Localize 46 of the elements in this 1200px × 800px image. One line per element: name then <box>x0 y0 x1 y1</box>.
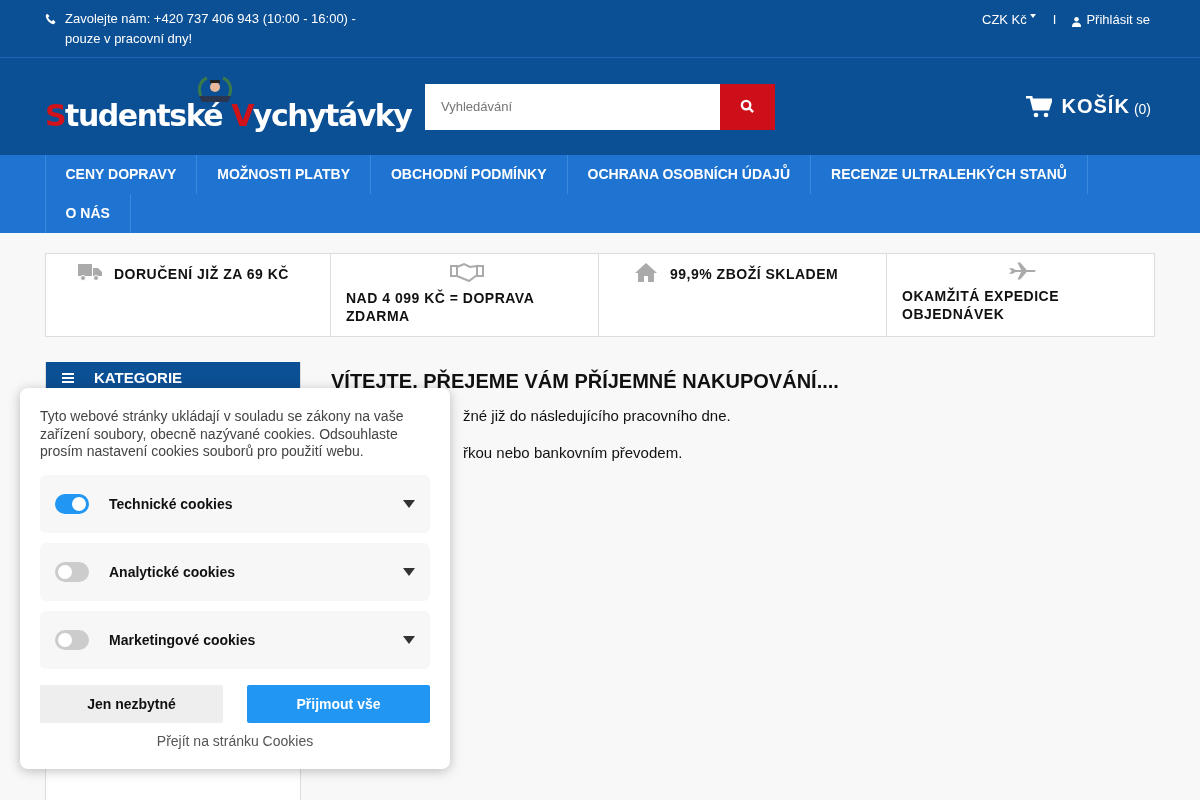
login-link[interactable]: Přihlásit se <box>1086 11 1150 27</box>
nav-link[interactable]: OCHRANA OSOBNÍCH ÚDAJŮ <box>567 155 812 194</box>
benefit-text: NAD 4 099 KČ = DOPRAVA ZDARMA <box>346 288 535 325</box>
nav-link[interactable]: CENY DOPRAVY <box>45 155 198 194</box>
dropdown-arrow-icon[interactable] <box>403 635 415 644</box>
cookie-text: Tyto webové stránky ukládají v souladu se zákony na vaše zařízení soubory, obecně nazývané cookies. Odsouhlaste prosím nastavení cookies souborů pro použití webu. <box>40 408 405 461</box>
search-field[interactable]: Vyhledávání <box>425 83 720 130</box>
caret-icon[interactable] <box>1028 12 1037 20</box>
currency-selector[interactable]: CZK Kč <box>982 11 1027 27</box>
store-logo[interactable]: Studentské Vychytávky <box>45 98 412 133</box>
search-button[interactable] <box>720 83 775 130</box>
cookie-option[interactable]: Analytické cookies <box>40 542 430 601</box>
dropdown-arrow-icon[interactable] <box>403 567 415 576</box>
airplane-icon <box>1009 262 1037 280</box>
info-text: řkou nebo bankovním převodem. <box>463 444 684 461</box>
cookie-option[interactable]: Marketingové cookies <box>40 610 430 669</box>
nav-link[interactable]: OBCHODNÍ PODMÍNKY <box>370 155 568 194</box>
house-icon <box>634 262 658 282</box>
nav-link[interactable]: O NÁS <box>45 194 131 233</box>
nav-link[interactable]: RECENZE ULTRALEHKÝCH STANŮ <box>811 155 1088 194</box>
cart-icon <box>1025 95 1052 118</box>
truck-icon <box>78 262 102 282</box>
toggle-switch[interactable] <box>55 493 89 514</box>
benefit-text: OKAMŽITÁ EXPEDICE OBJEDNÁVEK <box>902 286 1061 323</box>
menu-icon <box>62 373 74 383</box>
dropdown-arrow-icon[interactable] <box>403 499 415 508</box>
separator: I <box>1052 11 1057 27</box>
benefit-text: DORUČENÍ JIŽ ZA 69 KČ <box>114 264 289 283</box>
option-label: Analytické cookies <box>109 563 236 580</box>
benefit-text: 99,9% ZBOŽÍ SKLADEM <box>670 264 839 283</box>
necessary-only-button[interactable]: Jen nezbytné <box>40 684 223 723</box>
toggle-switch[interactable] <box>55 561 89 582</box>
option-label: Marketingové cookies <box>109 631 256 648</box>
cart-link[interactable]: KOŠÍK (0) <box>1025 95 1151 118</box>
phone-icon <box>45 13 57 25</box>
info-text: žné již do následujícího pracovního dne. <box>463 407 732 424</box>
phone-info: Zavolejte nám: +420 737 406 943 (10:00 - 16:00) - pouze v pracovní dny! <box>65 10 357 48</box>
user-icon <box>1072 15 1082 27</box>
toggle-switch[interactable] <box>55 629 89 650</box>
cookie-option[interactable]: Technické cookies <box>40 474 430 533</box>
cookies-page-link[interactable]: Přejít na stránku Cookies <box>156 732 314 749</box>
option-label: Technické cookies <box>109 495 233 512</box>
handshake-icon <box>450 262 484 282</box>
search-icon <box>740 99 755 114</box>
nav-link[interactable]: MOŽNOSTI PLATBY <box>197 155 371 194</box>
welcome-heading: VÍTEJTE, PŘEJEME VÁM PŘÍJEMNÉ NAKUPOVÁNÍ.... <box>331 370 839 393</box>
